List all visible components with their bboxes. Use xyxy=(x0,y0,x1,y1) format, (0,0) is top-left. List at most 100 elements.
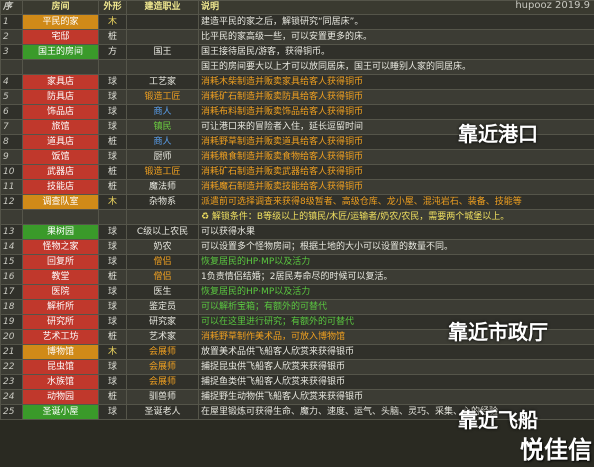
row-description: 捕捉野生动物供飞船客人欣赏来获得银币 xyxy=(198,389,594,405)
row-room-name: 艺术工坊 xyxy=(22,329,99,345)
table-row: 5 防具店球锻造工匠 消耗矿石制造并贩卖防具给客人获得铜币 xyxy=(0,89,594,105)
row-job xyxy=(126,29,199,45)
table-row: 14 怪物之家球奶农 可以设置多个怪物房间；根据土地的大小可以设置的数量不同。 xyxy=(0,239,594,255)
row-job: 圣诞老人 xyxy=(126,404,199,420)
table-row: 23 水族馆球会展师 捕捉鱼类供飞船客人欣赏来获得银币 xyxy=(0,374,594,390)
row-seq: 23 xyxy=(0,374,23,390)
row-seq: 15 xyxy=(0,254,23,270)
row-room-name: 旅馆 xyxy=(22,119,99,135)
row-shape: 球 xyxy=(98,239,127,255)
row-job: 会展师 xyxy=(126,359,199,375)
row-seq: 24 xyxy=(0,389,23,405)
row-seq: 4 xyxy=(0,74,23,90)
row-job: 会展师 xyxy=(126,344,199,360)
row-seq: 11 xyxy=(0,179,23,195)
row-job: 厨师 xyxy=(126,149,199,165)
row-description: 建造平民的家之后，解锁研究“同居床”。 xyxy=(198,14,594,30)
row-shape xyxy=(98,59,127,75)
row-room-name: 研究所 xyxy=(22,314,99,330)
table-row: 18 解析所球鉴定员 可以解析宝箱；有额外的可替代 xyxy=(0,299,594,315)
table-row: 2 宅邸桩 比平民的家高级一些，可以安置更多的床。 xyxy=(0,29,594,45)
row-description: 消耗木柴制造并贩卖家具给客人获得铜币 xyxy=(198,74,594,90)
row-job: 商人 xyxy=(126,104,199,120)
table-row: 16 教堂桩僧侣 1负责情侣结婚；2居民寿命尽的时候可以复活。 xyxy=(0,269,594,285)
row-seq xyxy=(0,59,23,75)
table-row: 17 医院球医生 恢复居民的HP·MP以及活力 xyxy=(0,284,594,300)
table-header-row: 序 房间 外形 建造职业 说明 xyxy=(0,0,594,15)
row-job xyxy=(126,209,199,225)
row-shape: 球 xyxy=(98,89,127,105)
row-seq: 14 xyxy=(0,239,23,255)
row-shape: 方 xyxy=(98,44,127,60)
row-description: 消耗矿石制造并贩卖防具给客人获得铜币 xyxy=(198,89,594,105)
row-seq: 1 xyxy=(0,14,23,30)
row-job: 商人 xyxy=(126,134,199,150)
row-seq: 25 xyxy=(0,404,23,420)
row-shape: 球 xyxy=(98,404,127,420)
table-row: 22 昆虫馆球会展师 捕捉昆虫供飞船客人欣赏来获得银币 xyxy=(0,359,594,375)
table-row: 3 国王的房间方国王 国王接待居民/游客，获得铜币。 xyxy=(0,44,594,60)
table-row: 11 技能店桩魔法师 消耗魔石制造并贩卖技能给客人获得铜币 xyxy=(0,179,594,195)
table-row: 13 果树园球 C级以上农民 可以获得水果 xyxy=(0,224,594,240)
row-seq: 8 xyxy=(0,134,23,150)
tag-near-port: 靠近港口 xyxy=(458,122,538,146)
row-room-name: 国王的房间 xyxy=(22,44,99,60)
row-job: 魔法师 xyxy=(126,179,199,195)
row-job: 锻造工匠 xyxy=(126,89,199,105)
row-shape: 球 xyxy=(98,254,127,270)
row-job: 驯兽师 xyxy=(126,389,199,405)
row-description: 恢复居民的HP·MP以及活力 xyxy=(198,254,594,270)
row-seq: 6 xyxy=(0,104,23,120)
row-description: 消耗矿石制造并贩卖武器给客人获得铜币 xyxy=(198,164,594,180)
row-description: 可以获得水果 xyxy=(198,224,594,240)
row-shape: 球 xyxy=(98,359,127,375)
row-room-name: 圣诞小屋 xyxy=(22,404,99,420)
table-row: 1 平民的家木 建造平民的家之后，解锁研究“同居床”。 xyxy=(0,14,594,30)
row-room-name: 技能店 xyxy=(22,179,99,195)
logo: 悦佳信 xyxy=(520,436,592,464)
row-job: 镇民 xyxy=(126,119,199,135)
row-seq: 16 xyxy=(0,269,23,285)
row-shape: 桩 xyxy=(98,269,127,285)
row-description: 消耗粮食制造并贩卖食物给客人获得铜币 xyxy=(198,149,594,165)
table-row: 12 调查队室木杂物系 派遣前可选择调查来获得8级暂者、高级仓库、龙小屋、混沌岩石、… xyxy=(0,194,594,210)
row-seq: 7 xyxy=(0,119,23,135)
row-room-name: 宅邸 xyxy=(22,29,99,45)
row-room-name xyxy=(22,59,99,75)
row-room-name: 平民的家 xyxy=(22,14,99,30)
row-room-name: 调查队室 xyxy=(22,194,99,210)
row-shape: 木 xyxy=(98,194,127,210)
row-room-name: 博物馆 xyxy=(22,344,99,360)
row-job: 鉴定员 xyxy=(126,299,199,315)
header-shape: 外形 xyxy=(98,0,127,15)
row-shape: 木 xyxy=(98,344,127,360)
row-description: 1负责情侣结婚；2居民寿命尽的时候可以复活。 xyxy=(198,269,594,285)
row-room-name: 武器店 xyxy=(22,164,99,180)
row-shape: 球 xyxy=(98,119,127,135)
row-job: 工艺家 xyxy=(126,74,199,90)
row-shape: 球 xyxy=(98,374,127,390)
row-job: 艺术家 xyxy=(126,329,199,345)
row-room-name: 动物园 xyxy=(22,389,99,405)
brand-label: hupooz 2019.9 xyxy=(515,0,590,11)
row-shape: 球 xyxy=(98,299,127,315)
header-room: 房间 xyxy=(22,0,99,15)
row-seq: 18 xyxy=(0,299,23,315)
header-seq: 序 xyxy=(0,0,23,15)
row-room-name: 饭馆 xyxy=(22,149,99,165)
table-row: 10 武器店桩锻造工匠 消耗矿石制造并贩卖武器给客人获得铜币 xyxy=(0,164,594,180)
row-seq: 13 xyxy=(0,224,23,240)
row-description: 捕捉鱼类供飞船客人欣赏来获得银币 xyxy=(198,374,594,390)
row-shape: 桩 xyxy=(98,29,127,45)
row-description: 捕捉昆虫供飞船客人欣赏来获得银币 xyxy=(198,359,594,375)
row-room-name: 解析所 xyxy=(22,299,99,315)
row-room-name: 果树园 xyxy=(22,224,99,240)
row-job: 僧侣 xyxy=(126,269,199,285)
row-description: 可以解析宝箱；有额外的可替代 xyxy=(198,299,594,315)
row-seq: 12 xyxy=(0,194,23,210)
row-description: 比平民的家高级一些，可以安置更多的床。 xyxy=(198,29,594,45)
row-job: 奶农 xyxy=(126,239,199,255)
row-job: 国王 xyxy=(126,44,199,60)
row-shape: 木 xyxy=(98,14,127,30)
row-room-name: 水族馆 xyxy=(22,374,99,390)
